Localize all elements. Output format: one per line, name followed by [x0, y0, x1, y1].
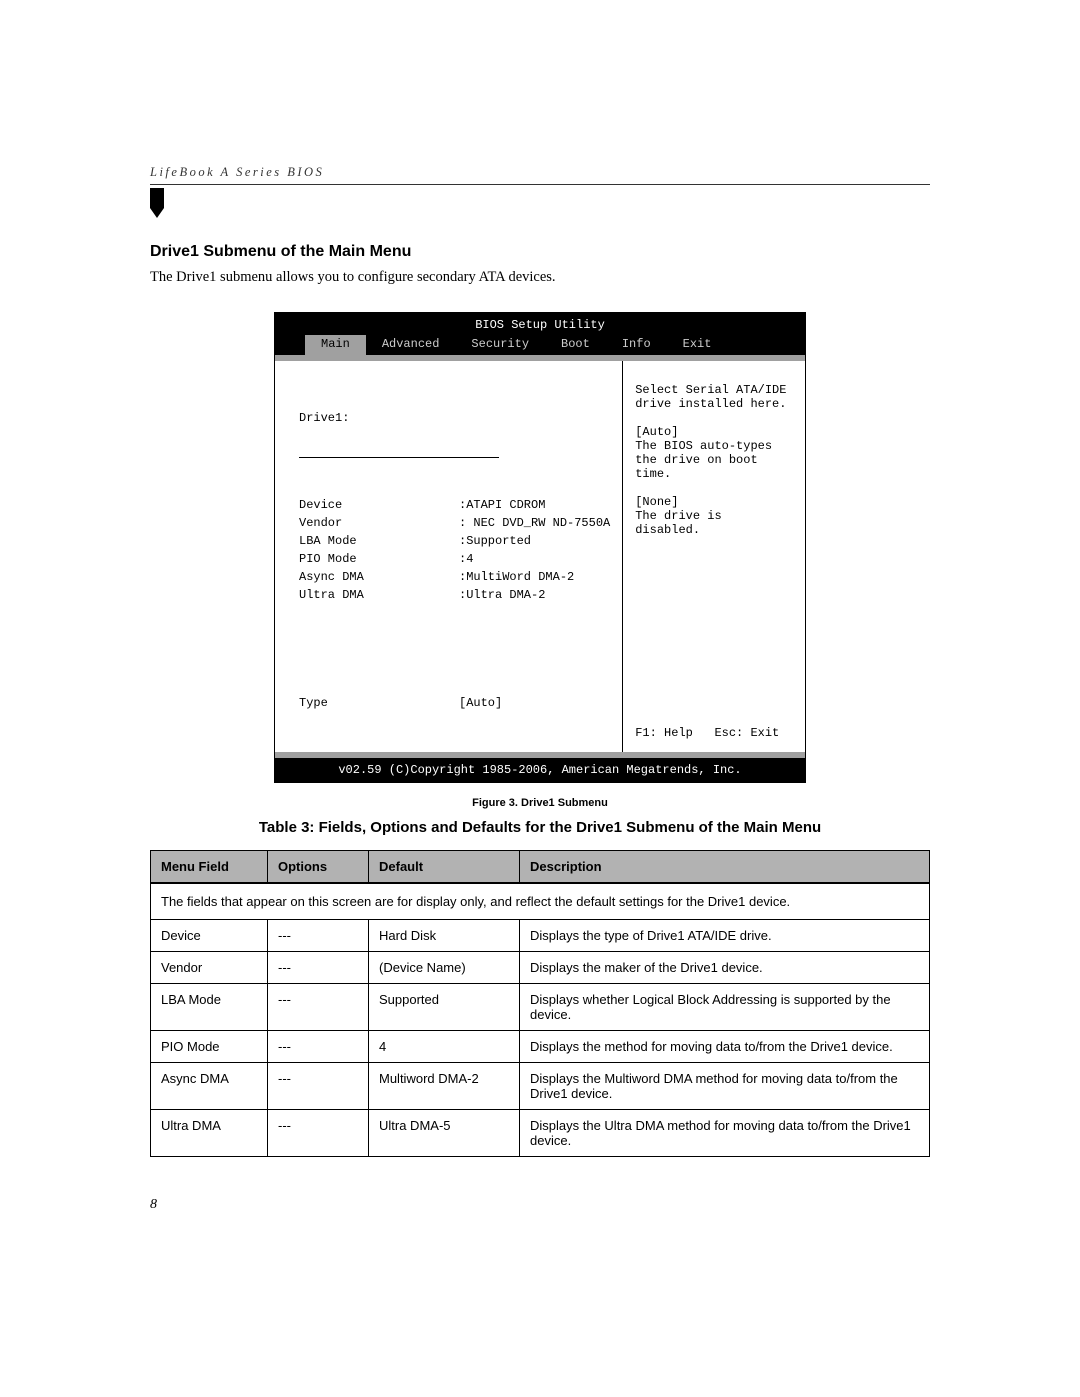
bios-row-value: :MultiWord DMA-2 — [459, 568, 610, 586]
th-menu-field: Menu Field — [151, 851, 268, 884]
bios-tabs: MainAdvancedSecurityBootInfoExit — [275, 335, 805, 355]
bios-row-label: Async DMA — [299, 568, 459, 586]
table-cell: PIO Mode — [151, 1031, 268, 1063]
bios-help-none-text: The drive is disabled. — [635, 509, 793, 537]
table-cell: --- — [268, 984, 369, 1031]
bios-screenshot: BIOS Setup Utility MainAdvancedSecurityB… — [274, 312, 806, 783]
bios-help-auto-text: The BIOS auto-types the drive on boot ti… — [635, 439, 793, 481]
bios-help-line1: Select Serial ATA/IDE drive installed he… — [635, 383, 793, 411]
bios-row-label: Ultra DMA — [299, 586, 459, 604]
bios-copyright: v02.59 (C)Copyright 1985-2006, American … — [275, 758, 805, 782]
table-row: Vendor---(Device Name)Displays the maker… — [151, 952, 930, 984]
table-cell: Vendor — [151, 952, 268, 984]
table-cell: Displays the method for moving data to/f… — [520, 1031, 930, 1063]
table-cell: Displays the type of Drive1 ATA/IDE driv… — [520, 920, 930, 952]
bios-row-label: PIO Mode — [299, 550, 459, 568]
table-cell: --- — [268, 1031, 369, 1063]
bios-drive-heading: Drive1: — [299, 411, 610, 425]
table-cell: --- — [268, 952, 369, 984]
th-options: Options — [268, 851, 369, 884]
table-cell: Ultra DMA-5 — [369, 1110, 520, 1157]
bios-row: PIO Mode:4 — [299, 550, 610, 568]
table-cell: --- — [268, 920, 369, 952]
figure-caption: Figure 3. Drive1 Submenu — [150, 797, 930, 809]
bios-type-value[interactable]: [Auto] — [459, 694, 610, 712]
table-cell: --- — [268, 1063, 369, 1110]
table-cell: Displays the Multiword DMA method for mo… — [520, 1063, 930, 1110]
bios-tab-exit[interactable]: Exit — [667, 335, 728, 355]
th-default: Default — [369, 851, 520, 884]
running-head: LifeBook A Series BIOS — [150, 165, 930, 185]
bios-row-label: Device — [299, 496, 459, 514]
table-cell: Ultra DMA — [151, 1110, 268, 1157]
table-cell: (Device Name) — [369, 952, 520, 984]
bios-row: Ultra DMA:Ultra DMA-2 — [299, 586, 610, 604]
bios-left-pane: Drive1: Device:ATAPI CDROMVendor: NEC DV… — [275, 361, 623, 752]
table-cell: Device — [151, 920, 268, 952]
bios-row-label: Vendor — [299, 514, 459, 532]
bios-row-value: :Ultra DMA-2 — [459, 586, 610, 604]
table-row: Device---Hard DiskDisplays the type of D… — [151, 920, 930, 952]
table-cell: Async DMA — [151, 1063, 268, 1110]
bios-type-label: Type — [299, 694, 459, 712]
table-note: The fields that appear on this screen ar… — [151, 883, 930, 920]
fields-table: Menu Field Options Default Description T… — [150, 850, 930, 1157]
bios-row-value: :4 — [459, 550, 610, 568]
section-body: The Drive1 submenu allows you to configu… — [150, 269, 930, 286]
bios-row: Device:ATAPI CDROM — [299, 496, 610, 514]
bios-row-value: :ATAPI CDROM — [459, 496, 610, 514]
table-cell: --- — [268, 1110, 369, 1157]
table-cell: Multiword DMA-2 — [369, 1063, 520, 1110]
section-title: Drive1 Submenu of the Main Menu — [150, 243, 930, 261]
bios-title: BIOS Setup Utility — [275, 318, 805, 335]
table-cell: Displays the Ultra DMA method for moving… — [520, 1110, 930, 1157]
bios-tab-main[interactable]: Main — [305, 335, 366, 355]
table-cell: Supported — [369, 984, 520, 1031]
bios-tab-info[interactable]: Info — [606, 335, 667, 355]
th-description: Description — [520, 851, 930, 884]
bios-help-pane: Select Serial ATA/IDE drive installed he… — [623, 361, 805, 752]
page-number: 8 — [150, 1197, 930, 1213]
bios-help-none-label: [None] — [635, 495, 793, 509]
bios-row-value: :Supported — [459, 532, 610, 550]
bios-help-footer: F1: Help Esc: Exit — [635, 718, 793, 740]
table-cell: Hard Disk — [369, 920, 520, 952]
table-caption: Table 3: Fields, Options and Defaults fo… — [150, 819, 930, 836]
decorative-wedge — [150, 188, 168, 218]
bios-help-auto-label: [Auto] — [635, 425, 793, 439]
bios-row-label: LBA Mode — [299, 532, 459, 550]
table-cell: 4 — [369, 1031, 520, 1063]
table-row: Ultra DMA---Ultra DMA-5Displays the Ultr… — [151, 1110, 930, 1157]
bios-tab-boot[interactable]: Boot — [545, 335, 606, 355]
bios-tab-advanced[interactable]: Advanced — [366, 335, 456, 355]
bios-tab-security[interactable]: Security — [455, 335, 545, 355]
bios-row: Vendor: NEC DVD_RW ND-7550A — [299, 514, 610, 532]
bios-row: LBA Mode:Supported — [299, 532, 610, 550]
table-row: Async DMA---Multiword DMA-2Displays the … — [151, 1063, 930, 1110]
table-row: PIO Mode---4Displays the method for movi… — [151, 1031, 930, 1063]
table-row: LBA Mode---SupportedDisplays whether Log… — [151, 984, 930, 1031]
table-cell: Displays the maker of the Drive1 device. — [520, 952, 930, 984]
table-cell: Displays whether Logical Block Addressin… — [520, 984, 930, 1031]
table-cell: LBA Mode — [151, 984, 268, 1031]
bios-row: Async DMA:MultiWord DMA-2 — [299, 568, 610, 586]
bios-row-value: : NEC DVD_RW ND-7550A — [459, 514, 610, 532]
